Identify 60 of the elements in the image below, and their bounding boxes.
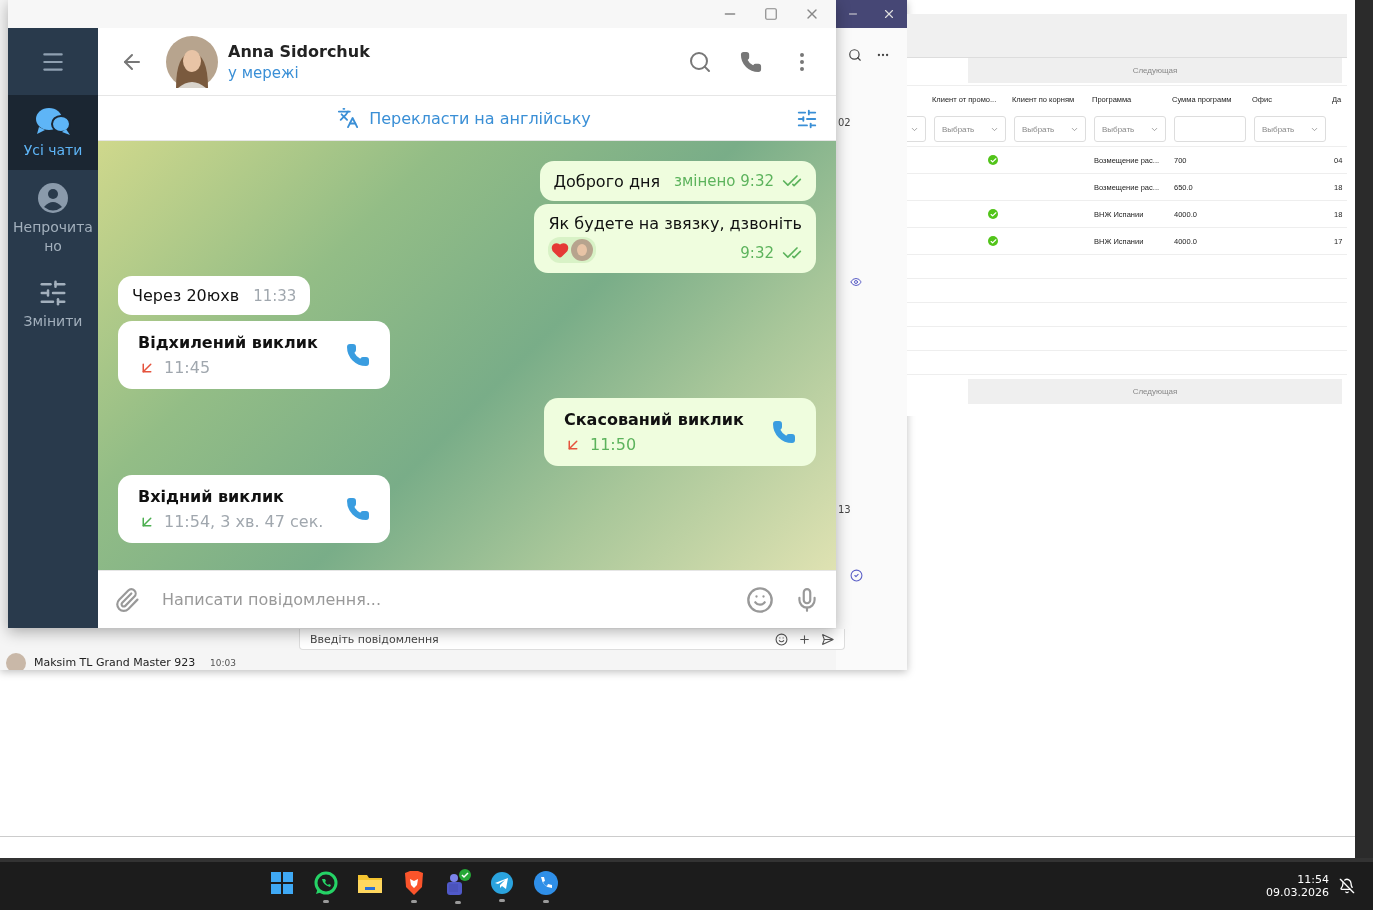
message-time: 9:32 (740, 244, 774, 262)
folder-tab[interactable]: Непрочитано (8, 169, 98, 266)
select-label: Выбрать (1022, 124, 1055, 134)
settings-icon[interactable] (796, 108, 818, 130)
send-icon[interactable] (821, 632, 834, 646)
call-time: 11:50 (590, 435, 637, 454)
message-time: 11:33 (253, 287, 297, 305)
message-input[interactable]: Введіть повідомлення (299, 629, 845, 650)
maximize-icon[interactable] (764, 7, 778, 21)
filter-select[interactable]: Выбрать (1014, 116, 1086, 142)
select-label: Выбрать (1102, 124, 1135, 134)
chat-bubbles-icon (35, 107, 71, 137)
date-label: 02 (838, 117, 851, 128)
filter-input[interactable] (1174, 116, 1246, 142)
emoji-icon[interactable] (775, 632, 788, 646)
translate-icon[interactable] (337, 107, 360, 129)
call-time: 11:45 (164, 358, 211, 377)
select-label: Выбрать (1262, 124, 1295, 134)
call-title: Вхідний виклик (138, 487, 285, 506)
user-circle-icon (37, 181, 69, 214)
message-text: Через 20юхв (132, 286, 240, 305)
avatar (6, 652, 26, 670)
select-label: Выбрать (942, 124, 975, 134)
eye-icon (850, 276, 862, 288)
people-icon[interactable] (444, 868, 472, 897)
filter-select[interactable]: Выбрать (1094, 116, 1166, 142)
filter-select[interactable]: Выбрать (934, 116, 1006, 142)
folder-tab[interactable]: Усі чати (8, 95, 98, 170)
attach-icon[interactable] (114, 586, 140, 613)
lion-shield-icon[interactable] (403, 869, 425, 896)
translate-button[interactable]: Перекласти на англійську (363, 107, 597, 129)
search-icon[interactable] (688, 49, 712, 74)
call-time: 11:54, 3 хв. 47 сек. (164, 512, 324, 531)
chat-time: 10:03 (210, 657, 236, 668)
plus-icon[interactable] (798, 632, 811, 646)
windows-grid-icon[interactable] (270, 870, 294, 895)
clock-date: 09.03.2026 (1266, 886, 1329, 899)
search-icon[interactable] (848, 48, 862, 62)
phone-icon[interactable] (533, 869, 559, 896)
reaction[interactable] (548, 237, 597, 263)
notification-bell-icon[interactable] (1339, 878, 1355, 894)
chat-phone-icon[interactable] (313, 869, 339, 896)
check-circle-icon (850, 569, 863, 582)
avatar[interactable] (166, 35, 218, 88)
paper-plane-icon[interactable] (490, 870, 514, 895)
heart-icon (551, 241, 570, 259)
chat-name[interactable]: Maksim TL Grand Master 923 (34, 656, 196, 669)
date-label: 13 (838, 504, 851, 515)
message-text: Доброго дня (553, 172, 661, 191)
call-title: Відхилений виклик (138, 333, 318, 352)
contact-name: Anna Sidorchuk (228, 41, 370, 61)
avatar (571, 239, 594, 261)
folder-tab[interactable]: Змінити (8, 265, 98, 341)
message-text: Як будете на звязку, дзвоніть (548, 214, 802, 233)
filter-select[interactable]: Выбрать (1254, 116, 1326, 142)
call-title: Скасований виклик (564, 410, 744, 429)
scrollbar[interactable] (1355, 0, 1373, 858)
message-time: змінено 9:32 (674, 172, 774, 190)
clock-time: 11:54 (1297, 873, 1329, 886)
contact-status: у мережі (228, 63, 300, 82)
